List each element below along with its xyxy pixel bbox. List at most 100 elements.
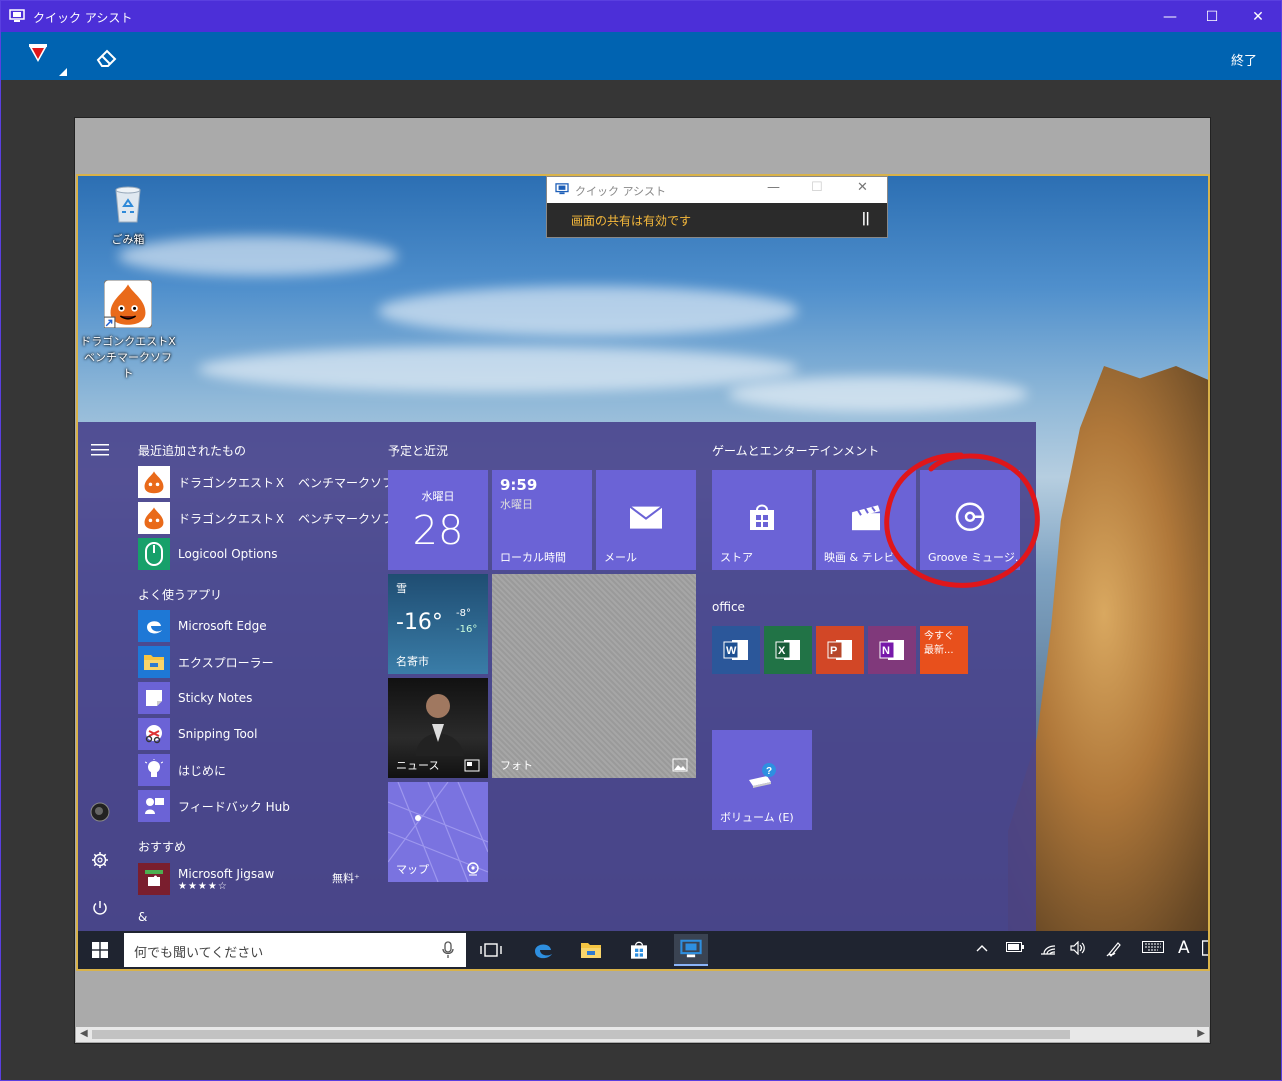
mini-minimize-button[interactable]: — xyxy=(767,180,780,195)
recently-added-header: 最近追加されたもの xyxy=(138,444,247,458)
excel-icon: X xyxy=(775,640,800,660)
volume-button[interactable] xyxy=(1070,940,1086,959)
mini-close-button[interactable]: ✕ xyxy=(857,180,868,195)
photos-tile[interactable]: フォト xyxy=(492,574,696,778)
pen-workspace-icon xyxy=(1106,942,1121,957)
get-office-tile[interactable]: 今すぐ 最新... xyxy=(920,626,968,674)
close-button[interactable]: ✕ xyxy=(1235,1,1281,32)
network-button[interactable] xyxy=(1040,941,1056,959)
microphone-icon[interactable] xyxy=(442,941,454,959)
onenote-tile[interactable]: N xyxy=(868,626,916,674)
minimize-button[interactable]: — xyxy=(1147,1,1193,32)
battery-button[interactable] xyxy=(1006,941,1024,956)
image-icon xyxy=(672,758,688,772)
clock-time: 9:59 xyxy=(500,476,538,494)
scroll-left-arrow[interactable]: ◀ xyxy=(80,1028,88,1039)
quick-assist-app-icon xyxy=(680,939,702,958)
sticky-note-icon xyxy=(138,682,170,714)
scroll-right-arrow[interactable]: ▶ xyxy=(1197,1028,1205,1039)
weather-low: -16° xyxy=(456,624,478,635)
show-hidden-icons-button[interactable] xyxy=(976,941,988,956)
shopping-bag-icon xyxy=(631,941,647,959)
app-list-item[interactable]: Logicool Options xyxy=(138,538,378,570)
desktop-icon-dqx-benchmark[interactable]: ドラゴンクエストX ベンチマークソフト xyxy=(80,279,176,381)
clock-tile[interactable]: 9:59 水曜日 ローカル時間 xyxy=(492,470,592,570)
cortana-search-box[interactable]: 何でも聞いてください xyxy=(124,933,466,967)
excel-tile[interactable]: X xyxy=(764,626,812,674)
gear-icon xyxy=(92,852,108,868)
notification-button[interactable] xyxy=(1201,940,1208,960)
weather-condition: 雪 xyxy=(396,582,407,595)
task-view-button[interactable] xyxy=(478,937,504,963)
maps-tile[interactable]: マップ xyxy=(388,782,488,882)
power-button[interactable] xyxy=(90,898,110,918)
hamburger-menu-button[interactable] xyxy=(90,440,110,460)
tile-label: ストア xyxy=(720,551,753,564)
windows-logo-icon xyxy=(92,942,108,958)
feedback-hub-icon xyxy=(138,790,170,822)
desktop-icon-recycle-bin[interactable]: ごみ箱 xyxy=(80,182,176,247)
pause-sharing-button[interactable]: || xyxy=(862,211,870,226)
ime-mode-indicator[interactable]: A xyxy=(1178,938,1190,958)
powerpoint-tile[interactable]: P xyxy=(816,626,864,674)
suggested-app-item[interactable]: Microsoft Jigsaw ★★★★☆ xyxy=(138,862,362,896)
app-list-item[interactable]: Snipping Tool xyxy=(138,718,378,750)
mini-maximize-button[interactable]: ☐ xyxy=(811,180,823,195)
calendar-weekday: 水曜日 xyxy=(421,490,455,503)
scrollbar-thumb[interactable] xyxy=(92,1030,1070,1039)
slime-icon xyxy=(103,279,153,329)
store-tile[interactable]: ストア xyxy=(712,470,812,570)
news-tile[interactable]: ニュース xyxy=(388,678,488,778)
weather-temp: -16° xyxy=(396,610,443,635)
sharing-status-text: 画面の共有は有効です xyxy=(571,214,692,228)
app-name: Logicool Options xyxy=(178,547,278,561)
app-name: ドラゴンクエストＸ ベンチマークソフト xyxy=(178,475,407,490)
news-photo-figure xyxy=(416,694,464,756)
app-list-item[interactable]: フィードバック Hub xyxy=(138,790,378,822)
horizontal-scrollbar[interactable]: ◀ ▶ xyxy=(76,1027,1209,1042)
taskbar-explorer-button[interactable] xyxy=(578,937,604,963)
sharing-status-bar: 画面の共有は有効です || xyxy=(547,203,887,237)
app-list-item[interactable]: Sticky Notes xyxy=(138,682,378,714)
taskbar-store-button[interactable] xyxy=(626,937,652,963)
touch-keyboard-button[interactable] xyxy=(1142,941,1164,957)
calendar-tile[interactable]: 水曜日 28 xyxy=(388,470,488,570)
svg-text:X: X xyxy=(778,645,786,657)
start-left-rail xyxy=(78,422,122,932)
settings-button[interactable] xyxy=(90,850,110,870)
clock-weekday: 水曜日 xyxy=(500,498,533,511)
folder-icon xyxy=(581,943,601,958)
app-list-item[interactable]: Microsoft Edge xyxy=(138,610,378,642)
svg-text:W: W xyxy=(726,645,737,657)
app-list-item[interactable]: エクスプローラー xyxy=(138,646,378,678)
logicool-icon xyxy=(138,538,170,570)
desktop-icon-label-line2: ベンチマークソフト xyxy=(84,351,172,380)
volume-e-tile[interactable]: ? ボリューム (E) xyxy=(712,730,812,830)
pen-workspace-button[interactable] xyxy=(1106,941,1122,961)
start-button[interactable] xyxy=(78,931,122,969)
app-list-item[interactable]: ドラゴンクエストＸ ベンチマークソフト・... xyxy=(138,502,429,534)
app-list-item[interactable]: ドラゴンクエストＸ ベンチマークソフト xyxy=(138,466,406,498)
end-button[interactable]: 終了 xyxy=(1231,50,1257,69)
tile-line2: 最新... xyxy=(924,645,954,656)
word-tile[interactable]: W xyxy=(712,626,760,674)
toolbar: 終了 xyxy=(1,32,1281,80)
maximize-button[interactable]: ☐ xyxy=(1189,1,1235,32)
annotate-pen-button[interactable] xyxy=(23,42,69,78)
edge-icon xyxy=(535,944,552,959)
title-bar: クイック アシスト — ☐ ✕ xyxy=(1,1,1281,32)
app-name: フィードバック Hub xyxy=(178,799,290,814)
onenote-icon: N xyxy=(879,640,904,660)
user-account-button[interactable] xyxy=(90,802,110,822)
svg-text:N: N xyxy=(882,645,890,657)
cloud-shape xyxy=(378,286,798,336)
eraser-button[interactable] xyxy=(95,46,125,74)
weather-high: -8° xyxy=(456,608,471,619)
cloud-shape xyxy=(198,346,798,392)
app-list-item[interactable]: はじめに xyxy=(138,754,378,786)
alpha-section-header[interactable]: & xyxy=(138,910,147,924)
taskbar-edge-button[interactable] xyxy=(530,937,556,963)
taskbar-quick-assist-button[interactable] xyxy=(674,934,708,966)
mail-tile[interactable]: メール xyxy=(596,470,696,570)
weather-tile[interactable]: 雪 -16° -8° -16° 名寄市 xyxy=(388,574,488,674)
